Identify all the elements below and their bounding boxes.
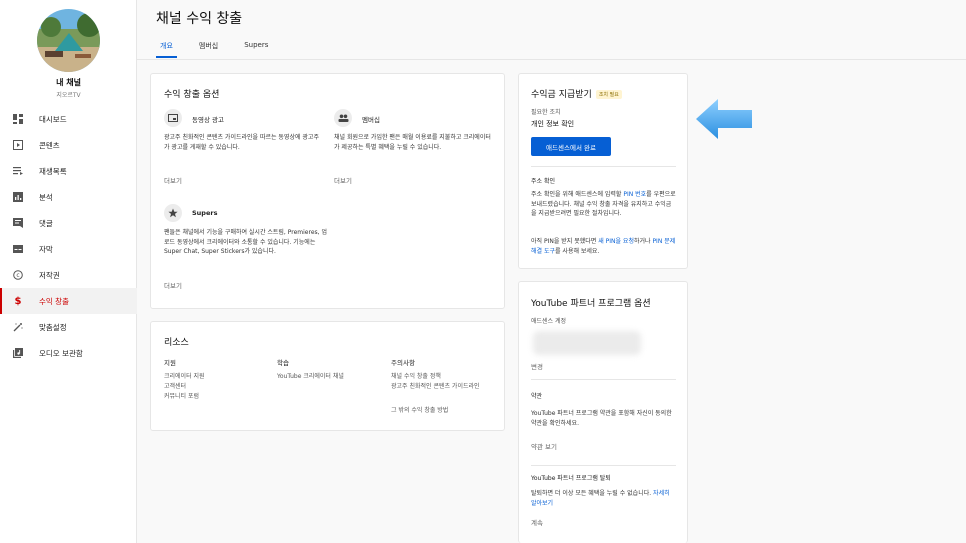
- notes-link[interactable]: 그 밖의 수익 창출 방법: [391, 406, 448, 416]
- divider: [531, 379, 676, 380]
- nav-label: 콘텐츠: [39, 140, 60, 150]
- card-title: YouTube 파트너 프로그램 옵션: [531, 299, 651, 309]
- supers-desc: 팬들은 채널에서 기능을 구매하여 실시간 스트림, Premieres, 업로…: [164, 229, 327, 255]
- nav-label: 수익 창출: [39, 296, 69, 306]
- nav-subtitles[interactable]: 자막: [0, 236, 137, 262]
- text: 를 사용해 보세요.: [555, 247, 600, 255]
- copyright-icon: c: [13, 270, 23, 280]
- pin-link[interactable]: PIN 번호: [623, 191, 646, 198]
- required-action: 개인 정보 확인: [531, 120, 575, 128]
- sidebar: 내 채널 지오르TV 대시보드 콘텐츠 재생목록 분석 댓글 자막 c 저작권 …: [0, 0, 137, 543]
- analytics-icon: [13, 192, 23, 202]
- nav-label: 오디오 보관함: [39, 348, 83, 358]
- complete-in-adsense-button[interactable]: 애드센스에서 완료: [531, 137, 611, 156]
- magic-wand-icon: [13, 322, 23, 332]
- text: 탈퇴하면 더 이상 모든 혜택을 누릴 수 없습니다.: [531, 490, 654, 497]
- action-required-badge: 조치 필요: [595, 90, 622, 99]
- dollar-icon: $: [14, 295, 22, 307]
- tab-membership[interactable]: 멤버십: [195, 36, 222, 58]
- svg-text:c: c: [16, 272, 19, 279]
- video-ads-desc: 광고주 친화적인 콘텐츠 가이드라인을 따르는 동영상에 광고주가 광고를 게재…: [164, 134, 319, 151]
- video-ads-icon: [164, 109, 182, 127]
- support-link[interactable]: 고객센터: [164, 382, 186, 392]
- divider: [531, 465, 676, 466]
- channel-name: 내 채널: [56, 78, 81, 87]
- notes-link[interactable]: 채널 수익 창출 정책: [391, 372, 441, 382]
- text: 하거나: [633, 238, 653, 245]
- video-ads-more-link[interactable]: 더보기: [164, 175, 182, 185]
- nav-analytics[interactable]: 분석: [0, 184, 137, 210]
- learning-link[interactable]: YouTube 크리에이터 채널: [277, 372, 344, 382]
- tab-supers[interactable]: Supers: [240, 36, 272, 58]
- required-action-label: 필요한 조치: [531, 109, 561, 116]
- text: 주소 확인을 위해 애드센스에 입력할: [531, 191, 624, 198]
- content-icon: [13, 140, 23, 150]
- annotation-arrow-icon: [694, 96, 754, 142]
- nav-comments[interactable]: 댓글: [0, 210, 137, 236]
- subtitles-icon: [13, 244, 23, 254]
- nav-monetization[interactable]: $ 수익 창출: [0, 288, 137, 314]
- channel-handle: 지오르TV: [56, 92, 81, 99]
- continue-link[interactable]: 계속: [531, 517, 543, 527]
- text: 아직 PIN을 받지 못했다면: [531, 238, 599, 245]
- membership-more-link[interactable]: 더보기: [334, 175, 352, 185]
- nav-playlists[interactable]: 재생목록: [0, 158, 137, 184]
- nav-customization[interactable]: 맞춤설정: [0, 314, 137, 340]
- page-title: 채널 수익 창출: [156, 11, 243, 27]
- terms-description: YouTube 파트너 프로그램 약관을 포함해 자신이 동의한 약관을 확인하…: [531, 410, 672, 427]
- notes-heading: 주의사항: [391, 359, 415, 367]
- card-title: 수익 창출 옵션: [164, 90, 220, 100]
- address-description: 주소 확인을 위해 애드센스에 입력할 PIN 번호를 우편으로 보내드렸습니다…: [531, 190, 676, 219]
- divider: [531, 166, 676, 167]
- video-ads-name: 동영상 광고: [192, 116, 224, 124]
- leave-description: 탈퇴하면 더 이상 모든 혜택을 누릴 수 없습니다. 자세히 알아보기: [531, 489, 676, 508]
- nav-label: 맞춤설정: [39, 322, 67, 332]
- playlist-icon: [13, 166, 23, 176]
- header-divider: [137, 59, 966, 60]
- terms-heading: 약관: [531, 393, 543, 400]
- tab-overview[interactable]: 개요: [156, 36, 177, 58]
- nav-label: 재생목록: [39, 166, 67, 176]
- nav-content[interactable]: 콘텐츠: [0, 132, 137, 158]
- request-new-pin-link[interactable]: 새 PIN을 요청: [598, 238, 634, 245]
- support-link[interactable]: 커뮤니티 포럼: [164, 392, 199, 402]
- payment-title: 수익금 지급받기: [531, 90, 592, 100]
- pin-help: 아직 PIN을 받지 못했다면 새 PIN을 요청하거나 PIN 문제 해결 도…: [531, 237, 676, 256]
- membership-name: 멤버십: [362, 116, 380, 124]
- membership-desc: 채널 회원으로 가입한 팬은 매월 이용료를 지불하고 크리에이터가 제공하는 …: [334, 134, 491, 151]
- support-link[interactable]: 크리에이터 지원: [164, 372, 205, 382]
- nav-label: 댓글: [39, 218, 53, 228]
- notes-link[interactable]: 광고주 친화적인 콘텐츠 가이드라인: [391, 382, 496, 392]
- card-title: 수익금 지급받기 조치 필요: [531, 87, 622, 100]
- supers-icon: [164, 204, 182, 222]
- learning-heading: 학습: [277, 359, 289, 367]
- tab-bar: 개요 멤버십 Supers: [156, 36, 290, 58]
- supers-name: Supers: [192, 209, 218, 217]
- nav-label: 자막: [39, 244, 53, 254]
- membership-icon: [334, 109, 352, 127]
- change-link[interactable]: 변경: [531, 361, 543, 371]
- channel-avatar[interactable]: [37, 9, 100, 72]
- leave-heading: YouTube 파트너 프로그램 탈퇴: [531, 475, 611, 482]
- nav-label: 저작권: [39, 270, 60, 280]
- card-title: 리소스: [164, 338, 189, 348]
- payment-card: 수익금 지급받기 조치 필요 필요한 조치 개인 정보 확인 애드센스에서 완료 …: [518, 73, 688, 269]
- nav-audio-library[interactable]: 오디오 보관함: [0, 340, 137, 366]
- support-heading: 지원: [164, 359, 176, 367]
- ypp-options-card: YouTube 파트너 프로그램 옵션 애드센스 계정 변경 약관 YouTub…: [518, 281, 688, 543]
- audio-library-icon: [13, 348, 23, 358]
- view-terms-link[interactable]: 약관 보기: [531, 441, 557, 451]
- nav-dashboard[interactable]: 대시보드: [0, 106, 137, 132]
- nav-label: 분석: [39, 192, 53, 202]
- adsense-account-label: 애드센스 계정: [531, 318, 567, 325]
- supers-more-link[interactable]: 더보기: [164, 280, 182, 290]
- address-heading: 주소 확인: [531, 178, 555, 185]
- nav-copyright[interactable]: c 저작권: [0, 262, 137, 288]
- resources-card: 리소스 지원 크리에이터 지원 고객센터 커뮤니티 포럼 학습 YouTube …: [150, 321, 505, 431]
- comments-icon: [13, 218, 23, 228]
- dashboard-icon: [13, 114, 23, 124]
- monetization-options-card: 수익 창출 옵션 동영상 광고 광고주 친화적인 콘텐츠 가이드라인을 따르는 …: [150, 73, 505, 309]
- nav-label: 대시보드: [39, 114, 67, 124]
- adsense-account-blurred: [533, 331, 641, 355]
